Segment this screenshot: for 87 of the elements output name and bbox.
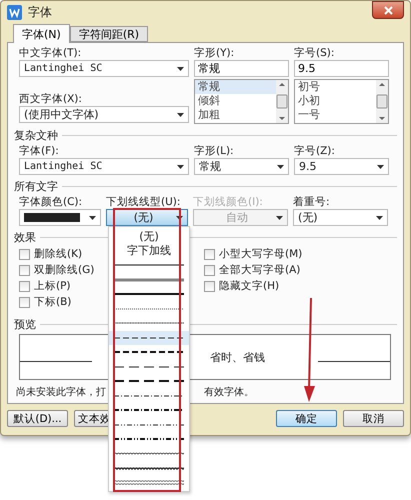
list-item[interactable]: 初号 [295, 80, 376, 94]
tab[interactable]: 字符间距(R) [70, 26, 148, 42]
checkbox-label: 上标(P) [34, 280, 71, 293]
wavy-line-icon [114, 450, 184, 458]
list-item[interactable]: 小初 [295, 94, 376, 108]
style-field[interactable]: 常规 [194, 60, 289, 77]
window-title: 字体 [28, 4, 53, 20]
checkbox-label: 全部大写字母(A) [219, 264, 300, 277]
section-heading: 复杂文种 [14, 128, 58, 143]
field-label: 中文字体(T): [19, 47, 82, 60]
list-item[interactable]: 倾斜 [195, 94, 276, 108]
checkbox[interactable] [19, 281, 30, 292]
checkbox[interactable] [204, 281, 215, 292]
emphasis-select[interactable]: (无) [293, 209, 388, 226]
caret-icon [176, 216, 183, 220]
field-label: 下划线线型(U): [106, 196, 182, 209]
caret-icon [177, 112, 184, 116]
app-logo-icon [7, 4, 22, 20]
dialog-button[interactable]: 确定 [276, 410, 337, 427]
wavy-line-icon [114, 464, 184, 472]
caret-icon [377, 164, 384, 168]
dropdown-option[interactable] [109, 330, 189, 345]
list-item[interactable]: 加粗 [195, 108, 276, 122]
checkbox-label: 下标(B) [34, 296, 72, 309]
dropdown-option[interactable]: 字下加线 [109, 244, 189, 258]
checkbox-label: 小型大写字母(M) [219, 248, 302, 261]
field-label: 西文字体(X): [19, 93, 83, 106]
section-heading: 效果 [14, 230, 36, 245]
field-label: 下划线颜色(I): [193, 196, 264, 209]
dashed-line-icon [114, 321, 184, 326]
field-label: 字形(L): [194, 145, 235, 158]
field-label: 字体(F): [19, 145, 60, 158]
section-heading: 预览 [14, 317, 36, 332]
dashed-line-icon [114, 437, 184, 442]
tab[interactable]: 字体(N) [13, 24, 70, 43]
preview-text: 省时、省钱 [210, 350, 266, 364]
checkbox-label: 隐藏文字(H) [219, 280, 280, 293]
font-note: 有效字体。 [204, 386, 254, 399]
underline-style-select[interactable]: (无) [106, 209, 188, 226]
list-item[interactable]: 一号 [295, 108, 376, 122]
line-icon [114, 278, 184, 282]
dashed-line-icon [114, 379, 184, 384]
field-label: 字号(S): [294, 47, 336, 60]
dashed-line-icon [114, 350, 184, 354]
complex-style-select[interactable]: 常规 [194, 158, 289, 175]
font-color-select[interactable] [19, 209, 101, 226]
dropdown-option[interactable]: (无) [109, 229, 189, 244]
dialog-button[interactable]: 取消 [343, 410, 404, 427]
western-font-select[interactable]: (使用中文字体) [19, 106, 189, 123]
field-label: 字号(Z): [294, 145, 336, 158]
dashed-line-icon [114, 336, 184, 340]
line-icon [114, 292, 184, 296]
list-item[interactable]: 常规 [195, 80, 276, 94]
checkbox[interactable] [19, 249, 30, 260]
complex-font-select[interactable]: Lantinghei SC [19, 158, 189, 175]
dashed-line-icon [114, 306, 184, 311]
caret-icon [177, 66, 184, 70]
checkbox[interactable] [204, 249, 215, 260]
checkbox[interactable] [19, 297, 30, 308]
wavy-line-icon [114, 479, 184, 486]
scrollbar[interactable] [376, 80, 388, 123]
scrollbar[interactable] [276, 80, 288, 123]
dashed-line-icon [114, 422, 184, 427]
caret-icon [277, 164, 284, 168]
checkbox[interactable] [204, 265, 215, 276]
caret-icon [376, 216, 383, 220]
close-icon [384, 6, 392, 14]
dialog-button[interactable]: 默认(D)... [7, 410, 68, 427]
chinese-font-select[interactable]: Lantinghei SC [19, 60, 189, 77]
checkbox[interactable] [19, 265, 30, 276]
caret-icon [276, 216, 283, 220]
caret-icon [89, 216, 96, 220]
dashed-line-icon [114, 394, 184, 398]
checkbox-label: 删除线(K) [34, 248, 82, 261]
dashed-line-icon [114, 364, 184, 369]
font-note: 尚未安装此字体，打 [16, 386, 106, 399]
size-field[interactable]: 9.5 [294, 60, 389, 77]
complex-size-select[interactable]: 9.5 [294, 158, 389, 175]
line-icon [114, 263, 184, 268]
field-label: 字体颜色(C): [19, 196, 84, 209]
dashed-line-icon [114, 408, 184, 412]
section-heading: 所有文字 [14, 179, 58, 194]
field-label: 着重号: [293, 196, 331, 209]
close-button[interactable] [372, 1, 404, 19]
caret-icon [177, 164, 184, 168]
field-label: 字形(Y): [194, 47, 236, 60]
checkbox-label: 双删除线(G) [34, 264, 94, 277]
